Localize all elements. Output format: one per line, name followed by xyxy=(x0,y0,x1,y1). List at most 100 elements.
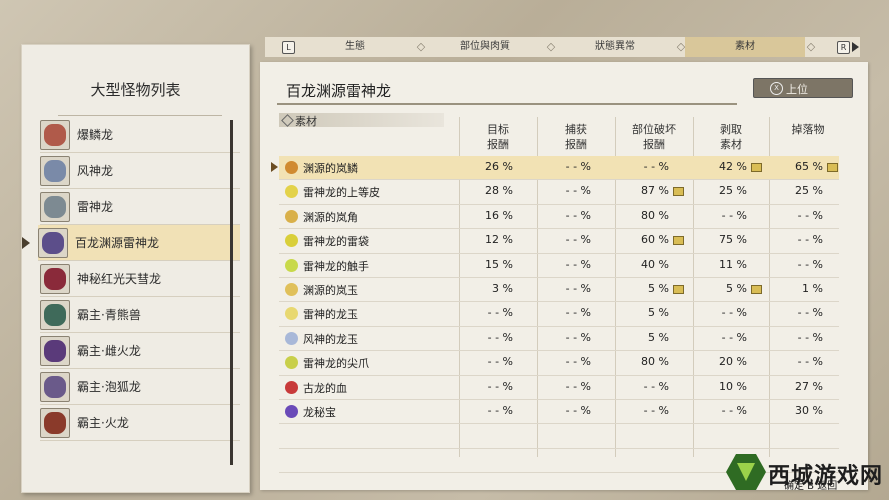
material-rate: - - % xyxy=(797,257,823,271)
scrollbar[interactable] xyxy=(230,120,233,465)
material-rate: 1 % xyxy=(802,281,823,295)
footer-hint: 确定 B 返回 xyxy=(784,481,838,492)
monster-list-item[interactable]: 神秘红光天彗龙 xyxy=(40,261,240,297)
material-row[interactable]: 渊源的岚鳞 26 % - - % - - % 42 % 65 % xyxy=(271,156,839,181)
material-name: 雷神龙的触手 xyxy=(303,259,369,273)
diamond-icon xyxy=(281,114,294,127)
reward-tag-icon xyxy=(673,187,684,197)
material-rate: - - % xyxy=(487,379,513,393)
title-divider xyxy=(277,103,737,105)
material-rate: - - % xyxy=(721,208,747,222)
monster-list-item[interactable]: 爆鳞龙 xyxy=(40,117,240,153)
reward-tag-icon xyxy=(827,163,838,172)
rank-label: 上位 xyxy=(786,83,808,96)
tab-3[interactable]: 素材 xyxy=(685,37,805,57)
material-row[interactable]: 风神的龙玉 - - % - - % 5 % - - % - - % xyxy=(279,327,839,352)
material-icon xyxy=(285,185,298,199)
material-row[interactable]: 古龙的血 - - % - - % - - % 10 % 27 % xyxy=(279,376,839,400)
material-rate: - - % xyxy=(643,160,669,173)
material-rate: 5 % xyxy=(648,306,669,320)
column-header-line: 剥取 xyxy=(720,123,742,136)
material-rate: - - % xyxy=(487,403,513,417)
selection-arrow-icon xyxy=(271,162,278,172)
material-rate: 65 % xyxy=(795,160,823,173)
material-rate: 40 % xyxy=(641,257,669,271)
tab-2[interactable]: 狀態異常 xyxy=(555,37,675,57)
rank-toggle-button[interactable]: X 上位 xyxy=(753,78,853,98)
material-rate: 25 % xyxy=(719,184,747,198)
material-rate: - - % xyxy=(721,403,747,417)
column-header: 剥取 素材 xyxy=(693,122,769,152)
material-icon xyxy=(285,380,298,394)
material-row[interactable]: 雷神龙的尖爪 - - % - - % 80 % 20 % - - % xyxy=(279,351,839,376)
tab-1[interactable]: 部位與肉質 xyxy=(425,37,545,57)
material-icon xyxy=(285,209,298,223)
material-row[interactable]: 雷神龙的上等皮 28 % - - % 87 % 25 % 25 % xyxy=(279,180,839,205)
monster-icon xyxy=(40,120,70,150)
reward-tag-icon xyxy=(673,236,684,246)
material-rate: 42 % xyxy=(719,160,747,173)
monster-icon xyxy=(40,336,70,366)
monster-name-label: 神秘红光天彗龙 xyxy=(77,272,162,286)
material-row[interactable]: 龙秘宝 - - % - - % - - % - - % 30 % xyxy=(279,400,839,425)
material-rate: - - % xyxy=(565,281,591,295)
tab-next-arrow-icon[interactable] xyxy=(852,42,859,52)
material-name: 龙秘宝 xyxy=(303,405,336,419)
monster-name: 百龙渊源雷神龙 xyxy=(286,82,392,100)
monster-list-item[interactable]: 霸主·雌火龙 xyxy=(40,333,240,369)
material-row[interactable]: 渊源的岚角 16 % - - % 80 % - - % - - % xyxy=(279,205,839,230)
reward-tag-icon xyxy=(673,284,684,294)
material-rate: - - % xyxy=(797,306,823,320)
material-row[interactable]: 雷神龙的触手 15 % - - % 40 % 11 % - - % xyxy=(279,254,839,278)
material-icon xyxy=(285,282,298,296)
material-rate: - - % xyxy=(565,233,591,247)
monster-list: 爆鳞龙 风神龙雷神龙百龙渊源雷神龙 神秘红光天彗龙霸主·青熊兽霸主·雌火龙霸主·泡狐… xyxy=(22,117,240,441)
monster-icon xyxy=(40,372,70,402)
material-row[interactable]: 渊源的岚玉 3 % - - % 5 % 5 % 1 % xyxy=(279,278,839,303)
material-rate: 87 % xyxy=(641,184,669,198)
material-rate: 20 % xyxy=(719,355,747,369)
monster-name-label: 霸主·雌火龙 xyxy=(77,344,141,358)
r-button-icon[interactable]: R xyxy=(837,41,850,54)
monster-list-item[interactable]: 霸主·泡狐龙 xyxy=(40,369,240,405)
material-icon xyxy=(285,404,298,418)
material-rate: 5 % xyxy=(726,281,747,295)
tab-bar: 生態 ◇ 部位與肉質 ◇ 狀態異常 ◇ 素材 ◇ xyxy=(265,37,860,57)
monster-name-label: 百龙渊源雷神龙 xyxy=(75,236,160,250)
watermark-logo: 西城游戏网 xyxy=(712,448,888,500)
column-header: 掉落物 xyxy=(770,122,846,137)
monster-name-label: 雷神龙 xyxy=(77,200,114,214)
material-rate: - - % xyxy=(565,379,591,393)
tab-0[interactable]: 生態 xyxy=(295,37,415,57)
material-row[interactable]: 雷神的龙玉 - - % - - % 5 % - - % - - % xyxy=(279,302,839,327)
material-rate: 11 % xyxy=(719,257,747,271)
monster-list-item[interactable]: 霸主·青熊兽 xyxy=(40,297,240,333)
material-rate: - - % xyxy=(797,233,823,247)
l-button-icon[interactable]: L xyxy=(282,41,295,54)
monster-list-panel: 大型怪物列表 爆鳞龙 风神龙雷神龙百龙渊源雷神龙 神秘红光天彗龙霸主·青熊兽霸主·雌… xyxy=(21,44,250,493)
monster-icon xyxy=(40,408,70,438)
material-rate: 75 % xyxy=(719,233,747,247)
column-header-line: 捕获 xyxy=(565,123,587,136)
material-rate: 60 % xyxy=(641,233,669,247)
material-rate: 10 % xyxy=(719,379,747,393)
material-rate: 12 % xyxy=(485,233,513,247)
material-rate: - - % xyxy=(797,330,823,344)
material-rate: - - % xyxy=(565,208,591,222)
monster-list-item[interactable]: 百龙渊源雷神龙 xyxy=(22,225,240,261)
material-table: 渊源的岚鳞 26 % - - % - - % 42 % 65 % 雷神龙的上等皮 28 % - … xyxy=(271,156,839,474)
column-header-line: 部位破坏 xyxy=(632,123,676,136)
monster-list-item[interactable]: 风神龙 xyxy=(40,153,240,189)
column-header: 部位破坏 报酬 xyxy=(616,122,692,152)
monster-list-title: 大型怪物列表 xyxy=(90,81,181,99)
material-row[interactable]: 雷神龙的雷袋 12 % - - % 60 % 75 % - - % xyxy=(279,229,839,254)
logo-hex-icon xyxy=(726,454,766,490)
column-header-line: 素材 xyxy=(720,138,742,151)
material-rate: - - % xyxy=(797,355,823,369)
monster-list-item[interactable]: 霸主·火龙 xyxy=(40,405,240,441)
monster-icon xyxy=(38,228,68,258)
monster-list-item[interactable]: 雷神龙 xyxy=(40,189,240,225)
material-rate: - - % xyxy=(487,355,513,369)
material-rate: 25 % xyxy=(795,184,823,198)
material-name: 雷神龙的上等皮 xyxy=(303,186,380,200)
